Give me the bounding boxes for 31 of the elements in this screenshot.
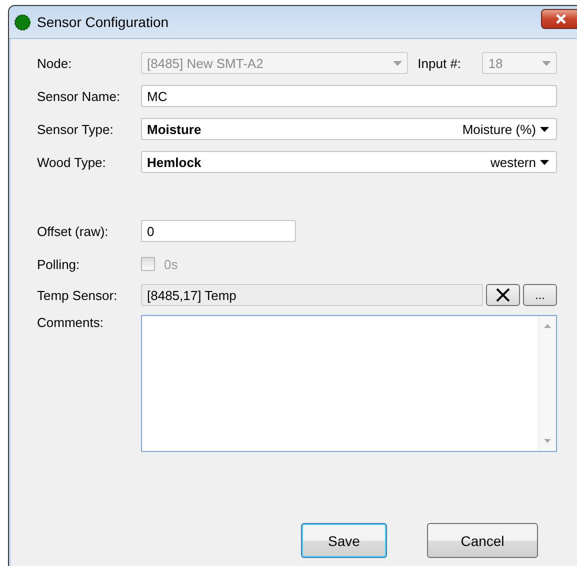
field-label: Offset (raw): xyxy=(37,224,110,238)
scroll-up-icon[interactable] xyxy=(544,324,551,328)
dropdown-arrow-icon xyxy=(392,60,402,66)
temp-sensor-field: [8485,17] Temp xyxy=(141,284,483,306)
field-label: Sensor Name: xyxy=(37,88,122,104)
dropdown-arrow-icon xyxy=(540,160,549,164)
offset-field[interactable]: 0 xyxy=(141,220,296,242)
field-label: Temp Sensor: xyxy=(37,288,118,302)
dropdown-arrow-icon xyxy=(542,60,551,66)
wood-type-dropdown[interactable]: Hemlock western xyxy=(141,151,557,173)
dropdown-arrow-icon xyxy=(540,126,549,132)
field-label: Wood Type: xyxy=(37,154,107,170)
comments-field[interactable] xyxy=(141,315,557,452)
field-label: Polling: xyxy=(37,256,81,272)
sensor-type-dropdown[interactable]: Moisture Moisture (%) xyxy=(141,118,557,140)
window-title: Sensor Configuration xyxy=(37,14,169,30)
save-button[interactable]: Save xyxy=(301,523,387,558)
sensor-name-field[interactable]: MC xyxy=(141,85,557,107)
browse-button[interactable]: ... xyxy=(523,284,557,306)
clear-icon xyxy=(495,288,511,302)
close-icon xyxy=(555,14,567,24)
polling-interval: 0s xyxy=(164,256,178,272)
scroll-down-icon[interactable] xyxy=(544,439,551,443)
clear-button[interactable] xyxy=(486,284,520,306)
close-button[interactable] xyxy=(541,9,577,29)
field-label: Node: xyxy=(37,56,73,70)
field-label: Input #: xyxy=(418,56,462,70)
field-label: Sensor Type: xyxy=(37,122,114,136)
cancel-button[interactable]: Cancel xyxy=(427,523,538,558)
status-dot-icon xyxy=(14,14,31,30)
field-label: Comments: xyxy=(37,315,104,330)
